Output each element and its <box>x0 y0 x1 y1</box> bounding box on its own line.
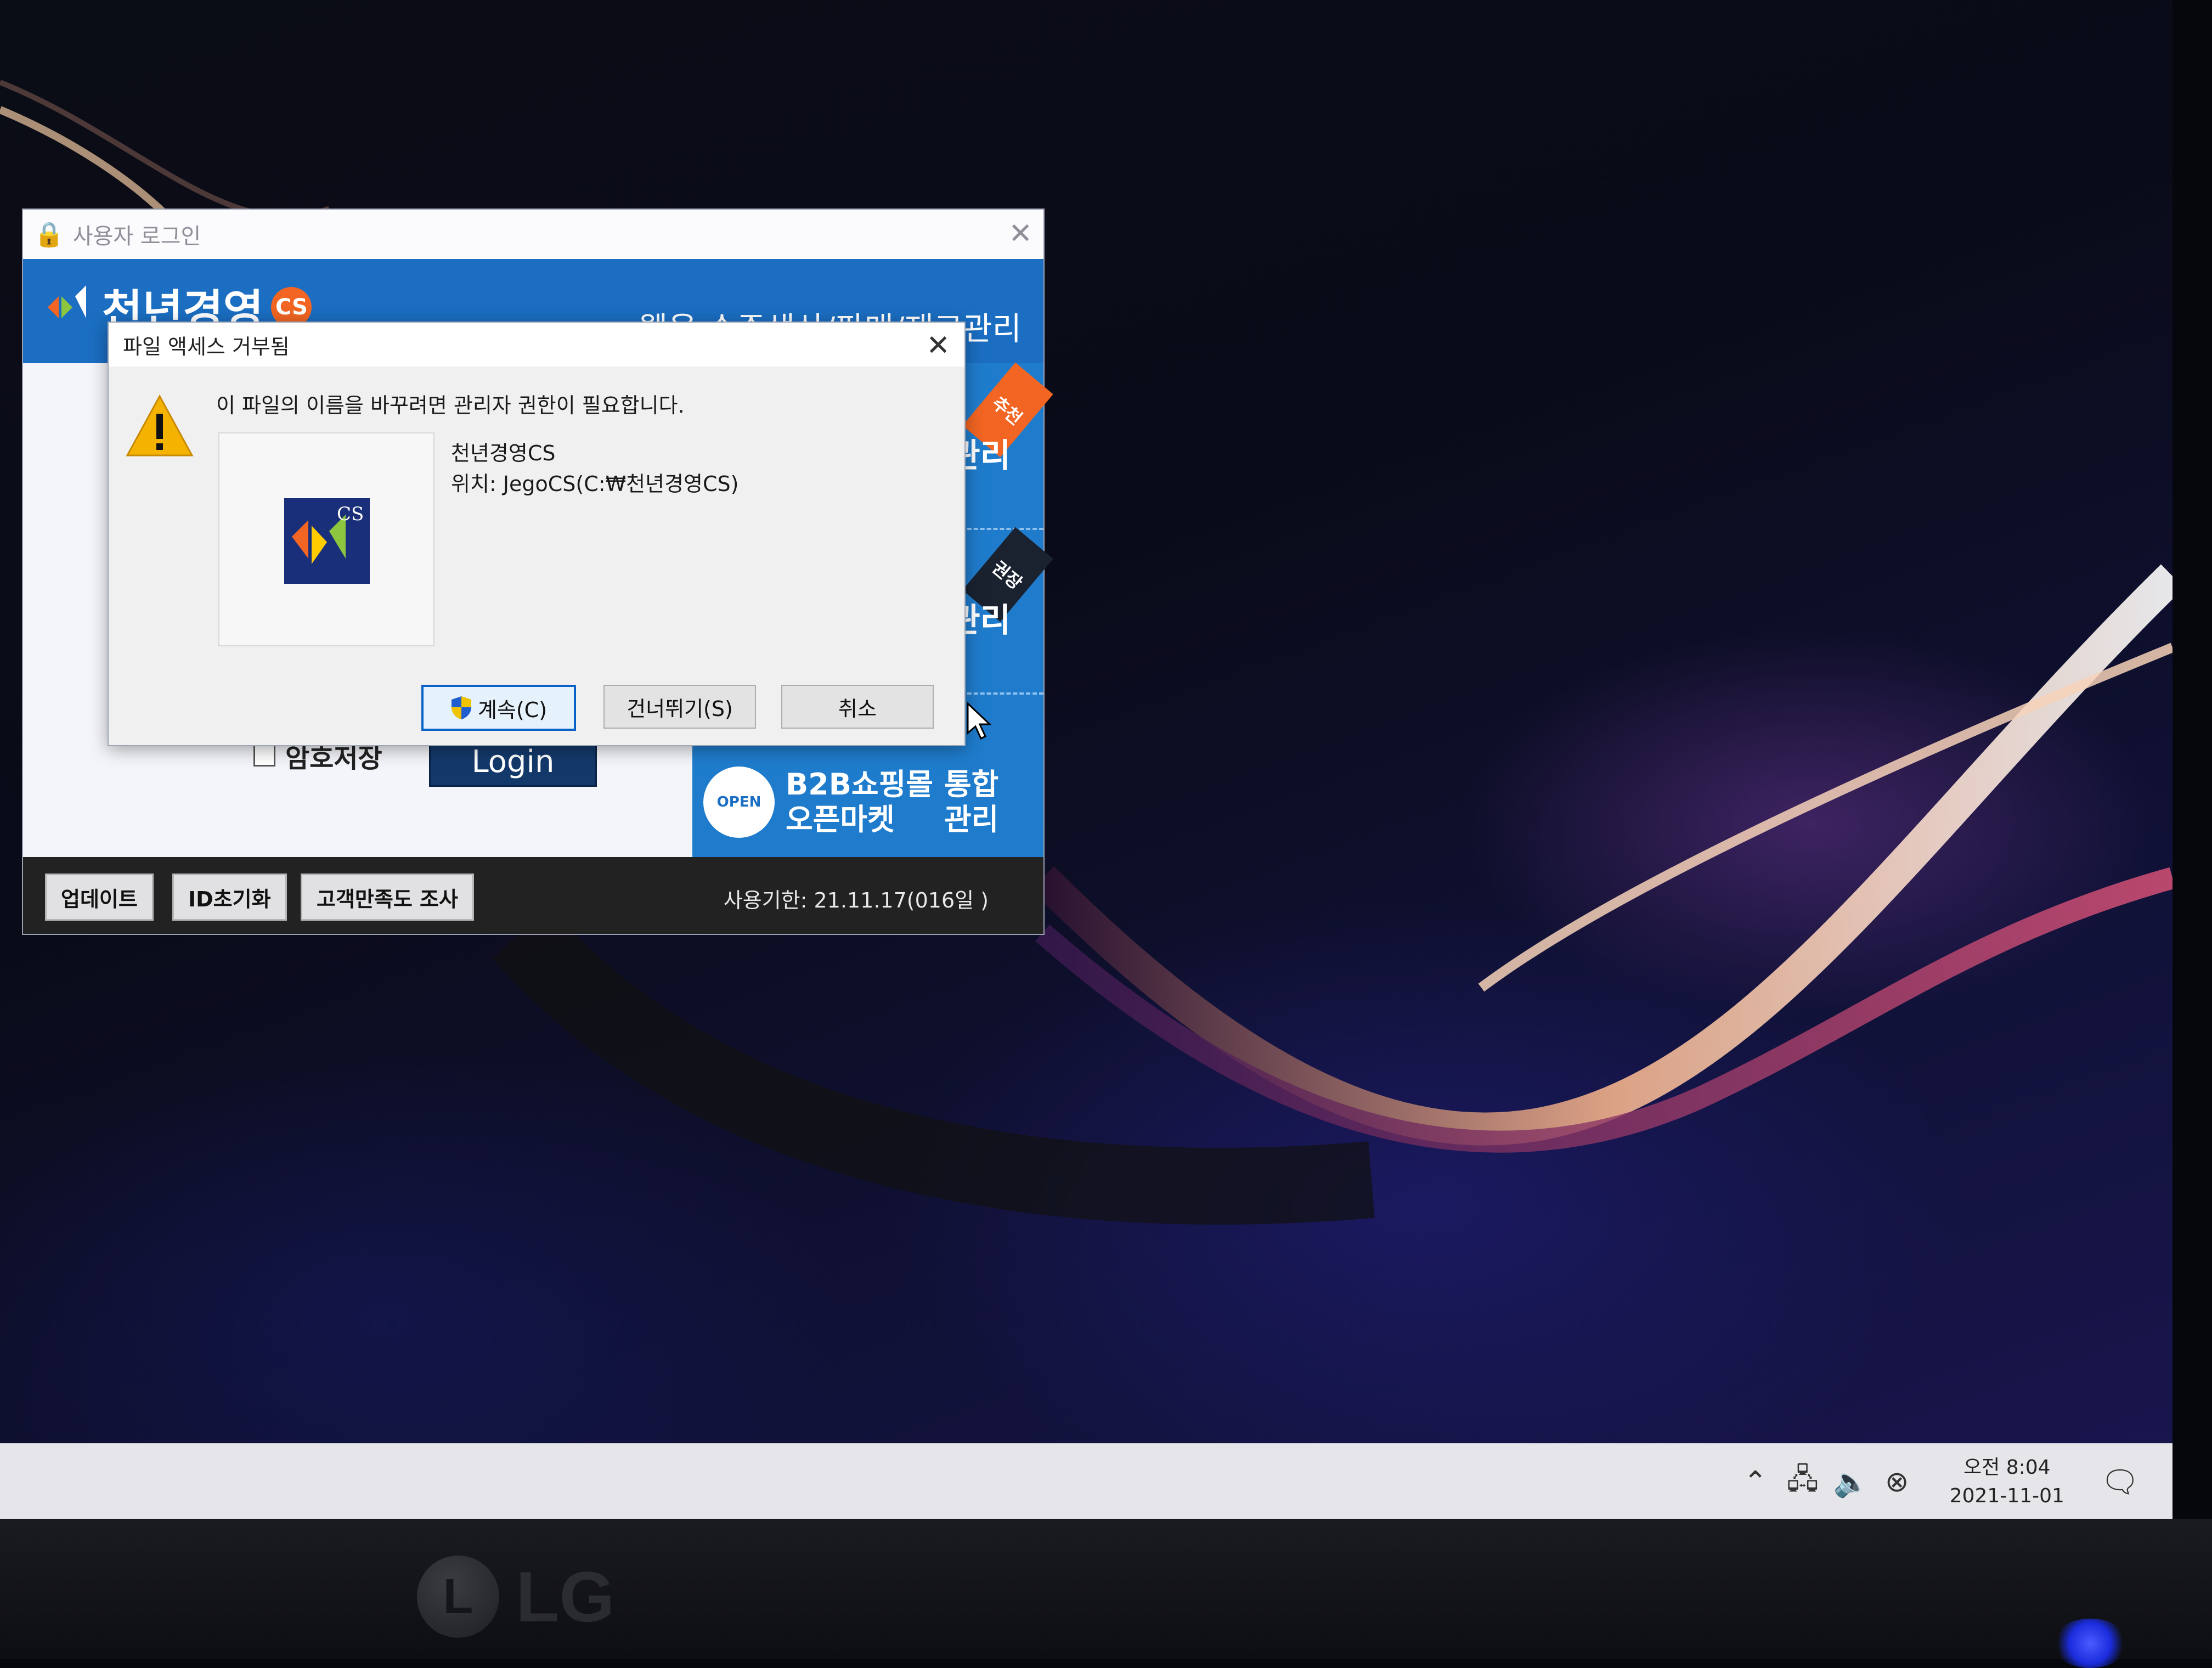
b2b-right-label-1: 통합 <box>944 767 999 802</box>
close-icon[interactable]: ✕ <box>926 329 950 362</box>
close-icon[interactable]: ✕ <box>1008 217 1032 250</box>
update-button[interactable]: 업데이트 <box>45 874 154 921</box>
logo-mark-icon <box>48 285 86 318</box>
network-icon[interactable]: 🖧 <box>1786 1458 1819 1507</box>
id-reset-button[interactable]: ID초기화 <box>172 874 287 921</box>
file-access-denied-dialog: 파일 액세스 거부됨 ✕ 이 파일의 이름을 바꾸려면 관리자 권한이 필요합니… <box>108 322 966 746</box>
dialog-title: 파일 액세스 거부됨 <box>123 334 290 359</box>
survey-button[interactable]: 고객만족도 조사 <box>301 874 474 921</box>
file-name: 천년경영CS <box>451 441 556 465</box>
checkbox-icon[interactable] <box>253 745 275 767</box>
mouse-cursor-icon <box>967 702 992 740</box>
dialog-titlebar: 파일 액세스 거부됨 <box>109 323 964 367</box>
uac-shield-icon <box>451 696 471 719</box>
monitor-logo: L LG <box>417 1556 615 1638</box>
clock[interactable]: 오전 8:04 2021-11-01 <box>1928 1453 2086 1511</box>
chevron-up-icon[interactable]: ⌃ <box>1739 1466 1772 1498</box>
ime-icon[interactable]: ⊗ <box>1881 1466 1914 1498</box>
app-icon: CS <box>284 498 370 584</box>
dialog-message: 이 파일의 이름을 바꾸려면 관리자 권한이 필요합니다. <box>216 393 685 418</box>
file-thumbnail: CS <box>218 432 435 646</box>
clock-time: 오전 8:04 <box>1963 1456 2051 1479</box>
volume-icon[interactable]: 🔈 <box>1833 1466 1869 1499</box>
login-window-title: 사용자 로그인 <box>72 224 201 249</box>
clock-date: 2021-11-01 <box>1949 1485 2064 1507</box>
notification-icon[interactable]: 🗨 <box>2101 1464 2140 1500</box>
login-titlebar: 🔒 사용자 로그인 <box>23 210 1043 259</box>
continue-label: 계속(C) <box>477 697 548 722</box>
continue-button[interactable]: 계속(C) <box>421 685 576 731</box>
file-info: 천년경영CS 위치: JegoCS(C:₩천년경영CS) <box>451 438 738 499</box>
cancel-button[interactable]: 취소 <box>781 685 934 729</box>
monitor-bezel <box>0 1519 2212 1659</box>
open-store-icon: OPEN <box>703 767 775 838</box>
warning-icon <box>126 394 194 457</box>
b2b-right-label-2: 관리 <box>944 802 999 837</box>
b2b-openmarket-link[interactable]: OPEN B2B쇼핑몰 오픈마켓 통합 관리 <box>703 758 1032 846</box>
monitor-brand: LG <box>516 1557 615 1637</box>
file-location: 위치: JegoCS(C:₩천년경영CS) <box>451 472 739 496</box>
app-icon-badge: CS <box>337 503 364 525</box>
b2b-label: B2B쇼핑몰 <box>786 767 933 802</box>
lg-logo-icon: L <box>417 1556 499 1638</box>
login-footer: 업데이트 ID초기화 고객만족도 조사 사용기한: 21.11.17(016일 … <box>23 857 1043 934</box>
skip-button[interactable]: 건너뛰기(S) <box>603 685 756 729</box>
lock-icon: 🔒 <box>34 221 64 249</box>
system-tray: ⌃ 🖧 🔈 ⊗ 오전 8:04 2021-11-01 🗨 <box>1739 1444 2140 1520</box>
expiry-text: 사용기한: 21.11.17(016일 ) <box>723 888 989 912</box>
power-led-icon <box>2052 1619 2129 1668</box>
taskbar: ⌃ 🖧 🔈 ⊗ 오전 8:04 2021-11-01 🗨 <box>0 1443 2172 1520</box>
desktop: 🔒 사용자 로그인 ✕ 천년경영 CS 웹용 수주생산/판매/재고관리 추천 관… <box>0 0 2172 1520</box>
b2b-sub-label: 오픈마켓 <box>786 802 895 837</box>
